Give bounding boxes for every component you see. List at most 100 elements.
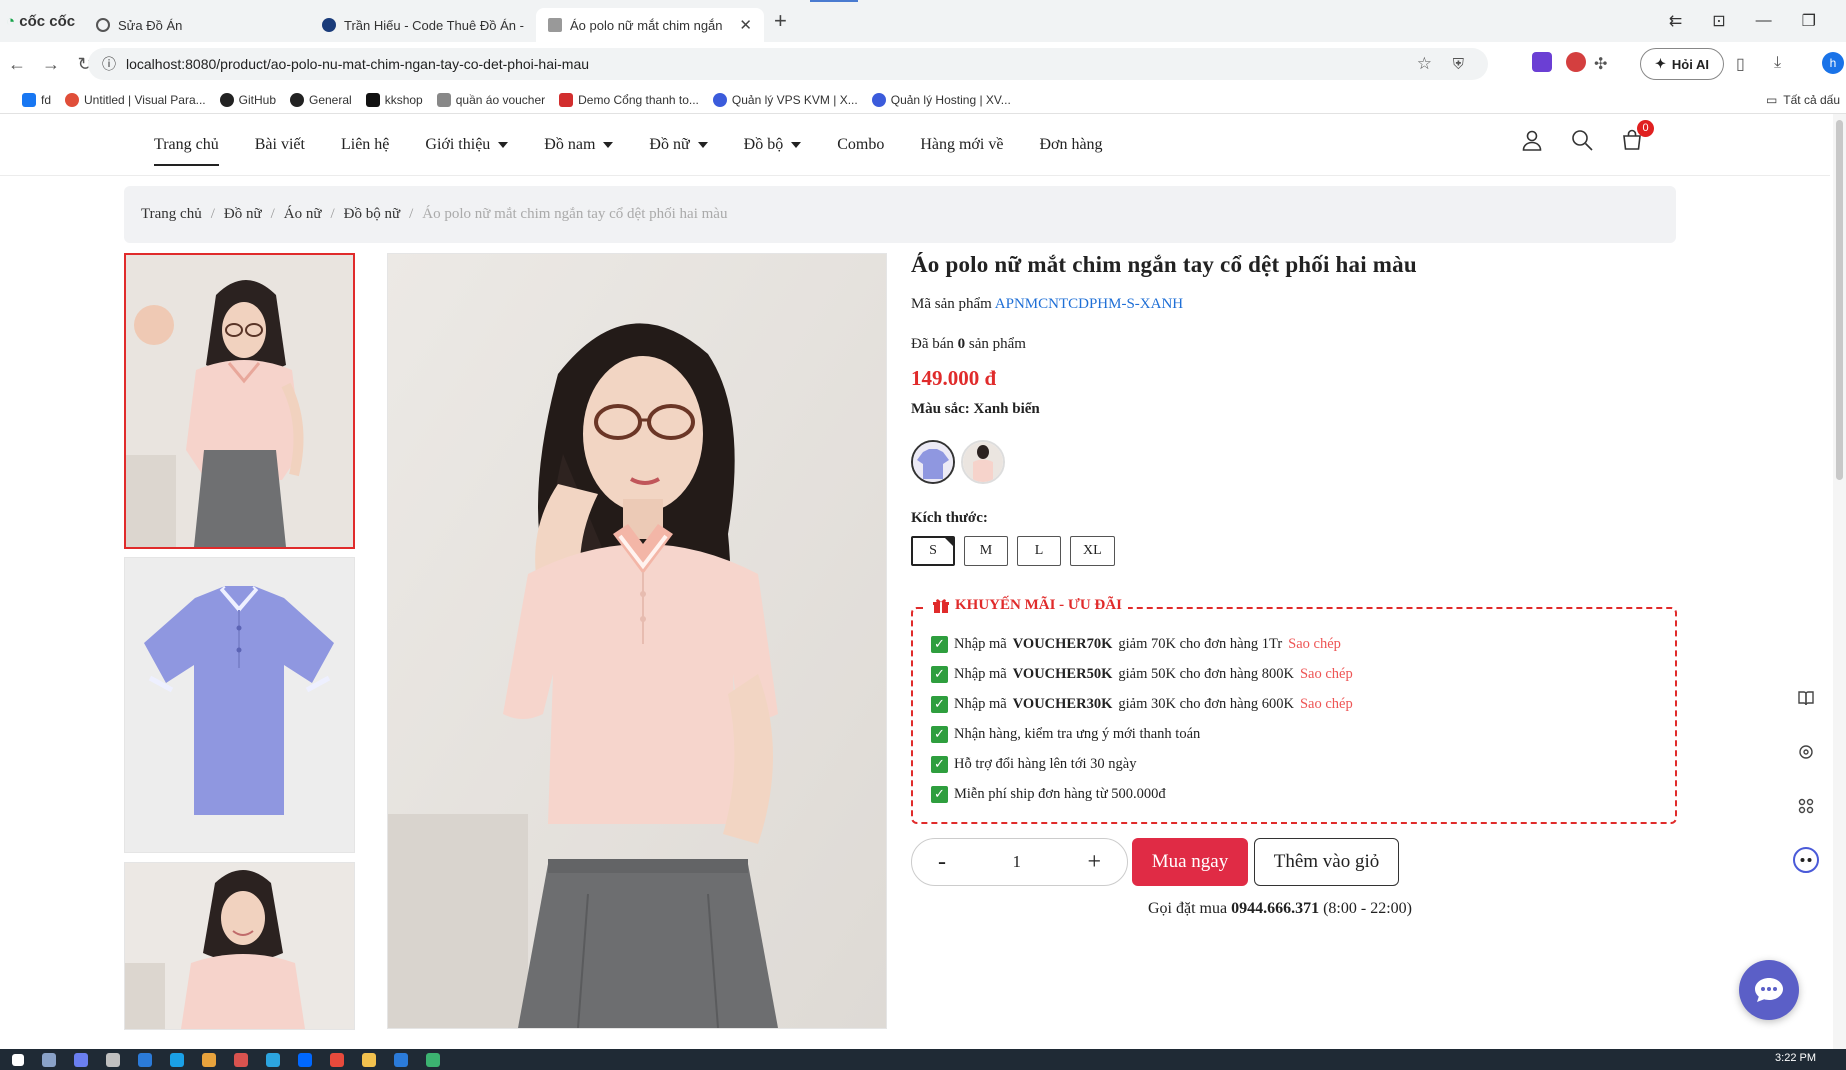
copy-voucher-link[interactable]: Sao chép bbox=[1300, 666, 1353, 683]
promo-pre: Nhập mã bbox=[954, 635, 1007, 652]
apps-grid-icon[interactable] bbox=[1788, 788, 1824, 824]
search-icon[interactable] bbox=[1570, 128, 1594, 152]
outlook-icon[interactable] bbox=[138, 1052, 152, 1067]
breadcrumb-link-women[interactable]: Đồ nữ bbox=[224, 206, 262, 223]
bookmark-star-icon[interactable]: ☆ bbox=[1417, 54, 1432, 74]
start-icon[interactable] bbox=[12, 1053, 24, 1066]
scrollbar-thumb[interactable] bbox=[1836, 120, 1843, 480]
reading-mode-icon[interactable]: ▯ bbox=[1736, 54, 1745, 74]
cart-count-badge: 0 bbox=[1637, 120, 1654, 137]
cart-icon[interactable]: 0 bbox=[1620, 120, 1654, 152]
thumbnail-model-front[interactable] bbox=[124, 253, 355, 549]
promo-list: ✓ Nhập mã VOUCHER70K giảm 70K cho đơn hà… bbox=[931, 629, 1353, 809]
add-to-cart-button[interactable]: Thêm vào giỏ bbox=[1254, 838, 1399, 886]
close-tab-icon[interactable]: ✕ bbox=[739, 16, 752, 34]
explorer-icon[interactable] bbox=[362, 1052, 376, 1067]
breadcrumb-link-women-tops[interactable]: Áo nữ bbox=[284, 206, 322, 223]
ask-ai-button[interactable]: ✦ Hỏi AI bbox=[1640, 48, 1724, 80]
sublime-icon[interactable] bbox=[202, 1052, 216, 1067]
extension-v-icon[interactable] bbox=[1532, 52, 1552, 72]
new-tab-button[interactable]: + bbox=[774, 8, 787, 34]
account-icon[interactable] bbox=[1520, 128, 1544, 152]
minimize-button[interactable]: — bbox=[1756, 12, 1772, 30]
apps-icon[interactable] bbox=[106, 1052, 120, 1067]
zalo-icon[interactable] bbox=[298, 1052, 312, 1067]
promo-post: giảm 30K cho đơn hàng 600K bbox=[1118, 695, 1294, 712]
size-option-l[interactable]: L bbox=[1017, 536, 1061, 566]
page-scrollbar[interactable] bbox=[1833, 114, 1846, 1049]
tab-sua-do-an[interactable]: Sửa Đồ Án bbox=[84, 8, 310, 42]
bookmark-item[interactable]: GitHub bbox=[219, 92, 276, 107]
address-bar[interactable]: ⓘ localhost:8080/product/ao-polo-nu-mat-… bbox=[88, 48, 1488, 80]
tab-search-icon[interactable]: ⇇ bbox=[1669, 11, 1682, 31]
thumbnail-shirt-flat[interactable] bbox=[124, 557, 355, 853]
bookmark-label: Quản lý VPS KVM | X... bbox=[731, 92, 858, 107]
profile-avatar[interactable]: h bbox=[1822, 52, 1844, 74]
bookmark-item[interactable]: Untitled | Visual Para... bbox=[65, 92, 206, 107]
bookmark-item[interactable]: Quản lý Hosting | XV... bbox=[871, 92, 1011, 107]
extension-s-icon[interactable] bbox=[1566, 52, 1586, 72]
bookmark-item[interactable]: Quản lý VPS KVM | X... bbox=[712, 92, 858, 107]
swatch-pink[interactable] bbox=[961, 440, 1005, 484]
copy-voucher-link[interactable]: Sao chép bbox=[1300, 696, 1353, 713]
tab-product[interactable]: Áo polo nữ mắt chim ngắn ✕ bbox=[536, 8, 764, 42]
bookmark-item[interactable]: Demo Cổng thanh to... bbox=[559, 92, 699, 107]
copilot-icon[interactable] bbox=[74, 1052, 88, 1067]
url-text[interactable]: localhost:8080/product/ao-polo-nu-mat-ch… bbox=[126, 56, 589, 72]
maximize-button[interactable]: ❐ bbox=[1802, 11, 1816, 31]
menu-item-orders[interactable]: Đơn hàng bbox=[1021, 114, 1120, 176]
screenshot-icon[interactable]: ⊡ bbox=[1712, 11, 1725, 31]
main-menu: Trang chủ Bài viết Liên hệ Giới thiệu Đồ… bbox=[136, 114, 1121, 176]
shield-icon[interactable]: ⛨ bbox=[1453, 56, 1464, 73]
bookmark-item[interactable]: quần áo voucher bbox=[436, 92, 545, 107]
swatch-blue[interactable] bbox=[911, 440, 955, 484]
bookmark-item[interactable]: fd bbox=[22, 92, 51, 107]
back-icon[interactable]: ← bbox=[0, 54, 34, 75]
vscode-icon[interactable] bbox=[394, 1052, 408, 1067]
size-option-s[interactable]: S bbox=[911, 536, 955, 566]
menu-item-women[interactable]: Đồ nữ bbox=[631, 114, 725, 176]
assistant-icon[interactable] bbox=[1788, 842, 1824, 878]
taskview-icon[interactable] bbox=[42, 1052, 56, 1067]
edge-icon[interactable] bbox=[170, 1052, 184, 1067]
broadcast-icon[interactable] bbox=[1788, 734, 1824, 770]
menu-item-sets[interactable]: Đồ bộ bbox=[726, 114, 820, 176]
menu-item-men[interactable]: Đồ nam bbox=[526, 114, 631, 176]
app-icon[interactable] bbox=[234, 1052, 248, 1067]
chat-widget-button[interactable] bbox=[1739, 960, 1799, 1020]
site-info-icon[interactable]: ⓘ bbox=[102, 54, 116, 74]
size-option-xl[interactable]: XL bbox=[1070, 536, 1115, 566]
breadcrumb-link-home[interactable]: Trang chủ bbox=[141, 206, 202, 223]
bookmark-item[interactable]: General bbox=[290, 92, 352, 107]
promo-post: giảm 70K cho đơn hàng 1Tr bbox=[1118, 635, 1283, 652]
menu-item-new-arrivals[interactable]: Hàng mới về bbox=[902, 114, 1021, 176]
extensions-puzzle-icon[interactable]: ✣ bbox=[1594, 54, 1607, 74]
menu-item-home[interactable]: Trang chủ bbox=[136, 114, 237, 176]
menu-item-posts[interactable]: Bài viết bbox=[237, 114, 323, 176]
hotline-number[interactable]: 0944.666.371 bbox=[1231, 900, 1319, 917]
menu-item-about[interactable]: Giới thiệu bbox=[407, 114, 526, 176]
caret-down-icon bbox=[603, 142, 614, 148]
coccoc-icon[interactable] bbox=[426, 1052, 440, 1067]
menu-item-contact[interactable]: Liên hệ bbox=[323, 114, 407, 176]
promo-perk-item: ✓ Miễn phí ship đơn hàng từ 500.000đ bbox=[931, 779, 1353, 809]
forward-icon[interactable]: → bbox=[34, 54, 68, 75]
bookmark-item[interactable]: kkshop bbox=[365, 92, 423, 107]
copy-voucher-link[interactable]: Sao chép bbox=[1288, 636, 1341, 653]
thumbnail-model-smile[interactable] bbox=[124, 862, 355, 1030]
decrease-quantity-button[interactable]: - bbox=[938, 849, 946, 876]
quantity-input[interactable]: 1 bbox=[1012, 852, 1021, 872]
telegram-icon[interactable] bbox=[266, 1052, 280, 1067]
buy-now-button[interactable]: Mua ngay bbox=[1132, 838, 1248, 886]
all-bookmarks-button[interactable]: ▭ Tất cả dấu bbox=[1766, 93, 1840, 107]
book-icon[interactable] bbox=[1788, 680, 1824, 716]
breadcrumb-link-women-sets[interactable]: Đồ bộ nữ bbox=[344, 206, 400, 223]
menu-item-combo[interactable]: Combo bbox=[819, 114, 902, 176]
chrome-icon[interactable] bbox=[330, 1052, 344, 1067]
download-icon[interactable]: ⤓ bbox=[1774, 54, 1781, 72]
size-option-m[interactable]: M bbox=[964, 536, 1008, 566]
product-main-image[interactable] bbox=[387, 253, 887, 1029]
increase-quantity-button[interactable]: + bbox=[1087, 849, 1101, 876]
tab-tran-hieu[interactable]: Trần Hiếu - Code Thuê Đồ Án - J bbox=[310, 8, 536, 42]
perk-text: Hỗ trợ đổi hàng lên tới 30 ngày bbox=[954, 755, 1137, 772]
